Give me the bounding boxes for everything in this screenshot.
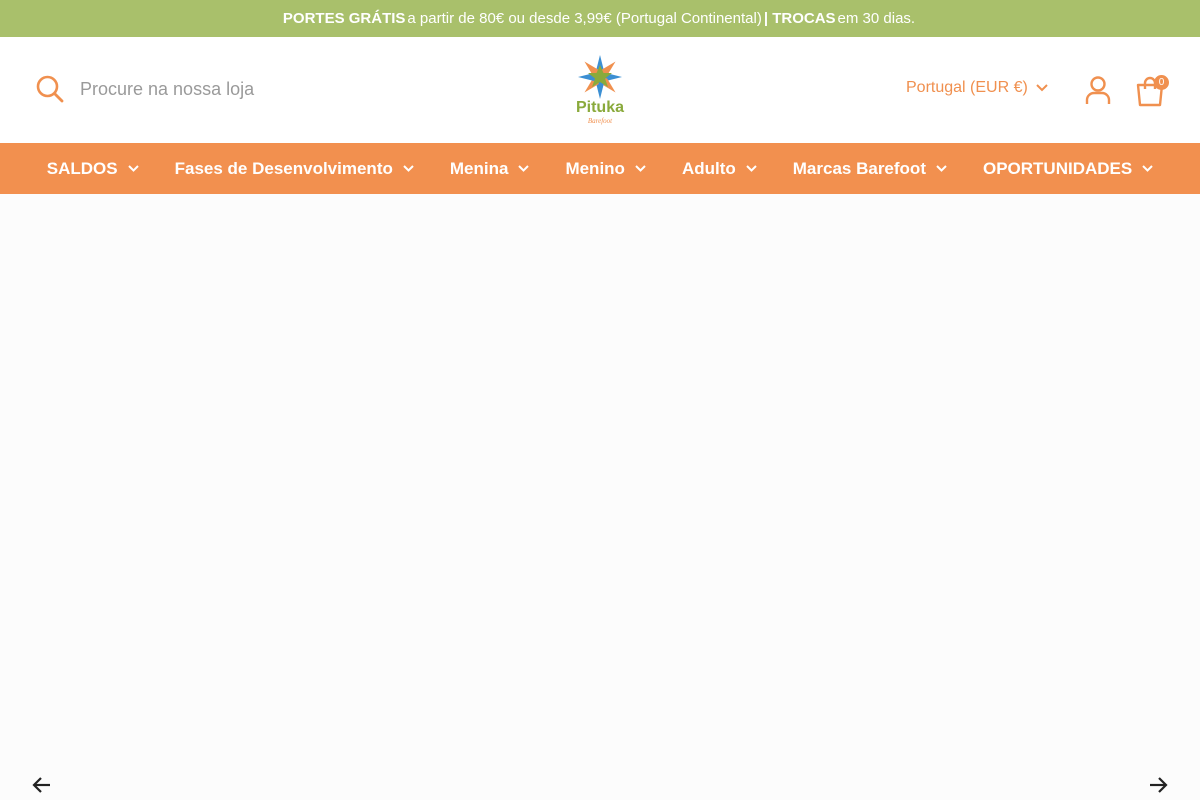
hero-slideshow — [0, 194, 1200, 800]
announcement-shipping-details: a partir de 80€ ou desde 3,99€ (Portugal… — [407, 10, 762, 27]
cart-button[interactable]: 0 — [1134, 73, 1170, 107]
chevron-down-icon — [127, 165, 139, 172]
announcement-bar: PORTES GRÁTIS a partir de 80€ ou desde 3… — [0, 0, 1200, 37]
announcement-returns: | TROCAS — [763, 10, 836, 27]
currency-label: Portugal (EUR €) — [906, 79, 1028, 96]
search-input[interactable] — [80, 73, 340, 105]
nav-item-label: Adulto — [681, 158, 736, 178]
chevron-down-icon — [1142, 165, 1153, 172]
chevron-down-icon — [746, 165, 757, 172]
logo-name: Pituka — [576, 99, 624, 116]
search-box — [36, 73, 340, 105]
search-icon[interactable] — [36, 75, 64, 103]
chevron-down-icon — [936, 165, 947, 172]
arrow-left-icon[interactable] — [30, 773, 54, 797]
nav-item-saldos[interactable]: SALDOS — [29, 143, 157, 194]
nav-item-label: Menina — [449, 158, 509, 178]
nav-item-fases-de-desenvolvimento[interactable]: Fases de Desenvolvimento — [157, 143, 432, 194]
site-header: Pituka Barefoot Portugal (EUR €) 0 — [0, 37, 1200, 143]
nav-item-label: Menino — [565, 158, 625, 178]
chevron-down-icon — [635, 165, 646, 172]
cart-count-badge: 0 — [1154, 75, 1169, 90]
nav-item-menino[interactable]: Menino — [547, 143, 664, 194]
arrow-right-icon[interactable] — [1146, 773, 1170, 797]
nav-item-label: Marcas Barefoot — [792, 158, 926, 178]
nav-item-menina[interactable]: Menina — [432, 143, 548, 194]
announcement-returns-details: em 30 dias. — [837, 10, 916, 27]
chevron-down-icon — [518, 165, 530, 172]
nav-item-label: SALDOS — [46, 158, 118, 178]
chevron-down-icon — [1036, 84, 1048, 92]
logo-tagline: Barefoot — [588, 117, 613, 125]
nav-item-label: Fases de Desenvolvimento — [174, 158, 393, 178]
currency-selector[interactable]: Portugal (EUR €) — [906, 79, 1048, 97]
nav-item-marcas-barefoot[interactable]: Marcas Barefoot — [775, 143, 965, 194]
main-navigation: SALDOS Fases de Desenvolvimento Menina M… — [0, 143, 1200, 194]
chevron-down-icon — [403, 165, 414, 172]
nav-item-adulto[interactable]: Adulto — [664, 143, 775, 194]
nav-item-label: OPORTUNIDADES — [982, 158, 1133, 178]
announcement-free-shipping: PORTES GRÁTIS — [282, 10, 406, 27]
nav-item-oportunidades[interactable]: OPORTUNIDADES — [965, 143, 1171, 194]
account-icon[interactable] — [1084, 75, 1112, 105]
pituka-logo[interactable]: Pituka Barefoot — [570, 49, 630, 129]
